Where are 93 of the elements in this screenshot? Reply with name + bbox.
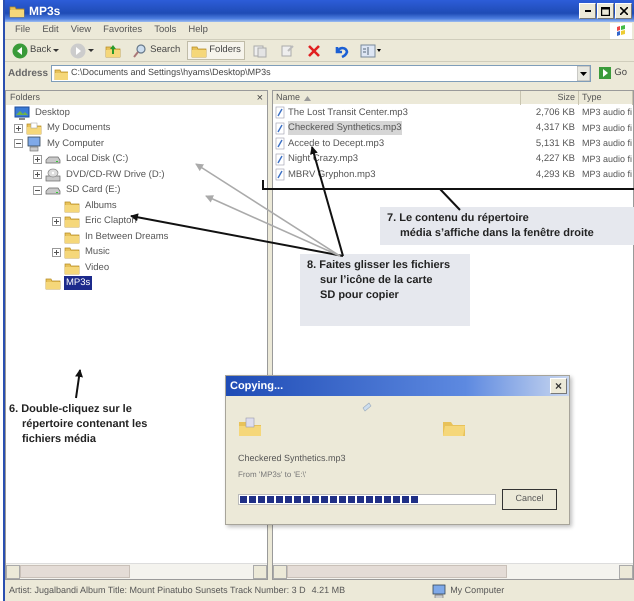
maximize-icon — [601, 6, 610, 16]
copy-source-text: From 'MP3s' to 'E:\' — [237, 468, 308, 480]
views-icon — [360, 42, 382, 58]
menu-item[interactable]: File — [9, 23, 36, 38]
pane-title: Folders — [10, 91, 40, 104]
tree-item[interactable]: Music — [83, 245, 112, 260]
windows-logo-icon — [610, 22, 632, 38]
tree-item[interactable]: Video — [83, 260, 112, 275]
address-label: Address — [8, 66, 48, 80]
file-type: MP3 audio fi — [581, 168, 633, 181]
close-button[interactable] — [615, 3, 632, 19]
audio-file-icon — [275, 106, 285, 120]
minimize-button[interactable] — [579, 3, 596, 19]
menu-item[interactable]: View — [64, 23, 98, 38]
move-icon — [252, 42, 268, 58]
expand-button[interactable] — [33, 154, 42, 164]
go-button[interactable]: Go — [594, 64, 631, 82]
desktop-icon — [14, 104, 30, 121]
tree-item[interactable]: DVD/CD-RW Drive (D:) — [64, 168, 167, 182]
window-title: MP3s — [29, 3, 60, 20]
file-type: MP3 audio fi — [581, 106, 633, 119]
back-button[interactable]: Back — [8, 41, 64, 60]
computer-icon — [431, 584, 448, 598]
menu-item[interactable]: Edit — [36, 23, 65, 38]
file-type: MP3 audio fi — [581, 137, 633, 150]
menu-item[interactable]: Favorites — [97, 23, 148, 38]
status-text: Artist: Jugalbandi Album Title: Mount Pinatubo Sunsets Track Number: 3 D — [9, 584, 306, 597]
folder-icon — [26, 120, 42, 136]
menu-item[interactable]: Help — [182, 23, 214, 38]
close-icon — [620, 7, 628, 15]
close-button[interactable]: × — [256, 92, 263, 104]
maximize-button[interactable] — [597, 3, 614, 19]
file-name[interactable]: The Lost Transit Center.mp3 — [288, 106, 408, 120]
column-header[interactable]: Size — [521, 91, 579, 104]
copy-file-name: Checkered Synthetics.mp3 — [237, 452, 347, 465]
file-type: MP3 audio fi — [581, 122, 633, 134]
computer-icon — [26, 136, 42, 152]
file-type: MP3 audio fi — [581, 152, 633, 166]
folders-button[interactable]: Folders — [187, 41, 245, 60]
expand-button[interactable] — [52, 248, 61, 257]
file-size: 4,227 KB — [534, 152, 576, 166]
dropdown-arrow-icon[interactable] — [577, 66, 590, 80]
tree-item[interactable]: Desktop — [33, 106, 72, 120]
tree-item[interactable]: SD Card (E:) — [64, 183, 122, 198]
status-zone: My Computer — [450, 584, 504, 597]
file-name[interactable]: Checkered Synthetics.mp3 — [288, 121, 402, 136]
tree-item[interactable]: Eric Clapton — [83, 214, 139, 228]
menu-item[interactable]: Tools — [148, 23, 182, 38]
column-header[interactable]: Name — [273, 91, 521, 104]
collapse-button[interactable] — [33, 186, 42, 195]
scrollbar-thumb[interactable] — [20, 565, 130, 578]
arrow — [75, 369, 83, 398]
search-button[interactable]: Search — [128, 41, 184, 60]
column-header[interactable]: Type — [579, 91, 633, 104]
callout-text: 8. Faites glisser les fichiers sur l’icône de la carte SD pour copier — [300, 254, 470, 326]
tree-item[interactable]: My Documents — [45, 121, 112, 136]
audio-file-icon — [275, 137, 285, 150]
paper-icon — [362, 402, 372, 412]
cancel-button[interactable]: Cancel — [502, 488, 557, 510]
caret-icon — [88, 49, 94, 52]
dialog-title: Copying... — [230, 378, 284, 394]
up-folder-icon — [105, 42, 122, 58]
file-name[interactable]: Accede to Decept.mp3 — [288, 136, 384, 151]
address-field[interactable]: C:\Documents and Settings\hyams\Desktop\MP3s — [51, 64, 592, 82]
copy-icon — [278, 42, 295, 58]
callout-text: 6. Double-cliquez sur le répertoire contenant les fichiers média — [8, 402, 148, 447]
audio-file-icon — [275, 168, 285, 182]
callout-text: 7. Le contenu du répertoire média s’affiche dans la fenêtre droite — [380, 207, 634, 245]
collapse-button[interactable] — [14, 139, 23, 148]
expand-button[interactable] — [52, 216, 61, 226]
expand-button[interactable] — [14, 124, 23, 133]
cd-drive-icon — [45, 166, 61, 183]
expand-button[interactable] — [33, 170, 42, 180]
file-size: 5,131 KB — [534, 136, 576, 151]
folder-icon — [238, 417, 262, 437]
tree-item[interactable]: In Between Dreams — [83, 230, 170, 244]
status-size: 4.21 MB — [312, 584, 346, 597]
tree-item[interactable]: Local Disk (C:) — [64, 152, 130, 166]
tree-item[interactable]: MP3s — [64, 276, 92, 290]
audio-file-icon — [275, 122, 285, 135]
search-icon — [132, 42, 148, 58]
caret-icon — [53, 49, 60, 52]
minimize-icon — [584, 10, 590, 12]
audio-file-icon — [275, 152, 285, 166]
scrollbar-thumb[interactable] — [287, 565, 507, 578]
delete-icon — [306, 42, 322, 58]
close-button[interactable]: × — [550, 378, 567, 394]
file-size: 4,317 KB — [534, 121, 576, 136]
tree-item[interactable]: My Computer — [45, 136, 106, 151]
file-size: 2,706 KB — [534, 106, 576, 120]
sort-arrow-icon — [304, 94, 312, 101]
file-size: 4,293 KB — [534, 168, 576, 182]
tree-item[interactable]: Albums — [83, 198, 119, 213]
